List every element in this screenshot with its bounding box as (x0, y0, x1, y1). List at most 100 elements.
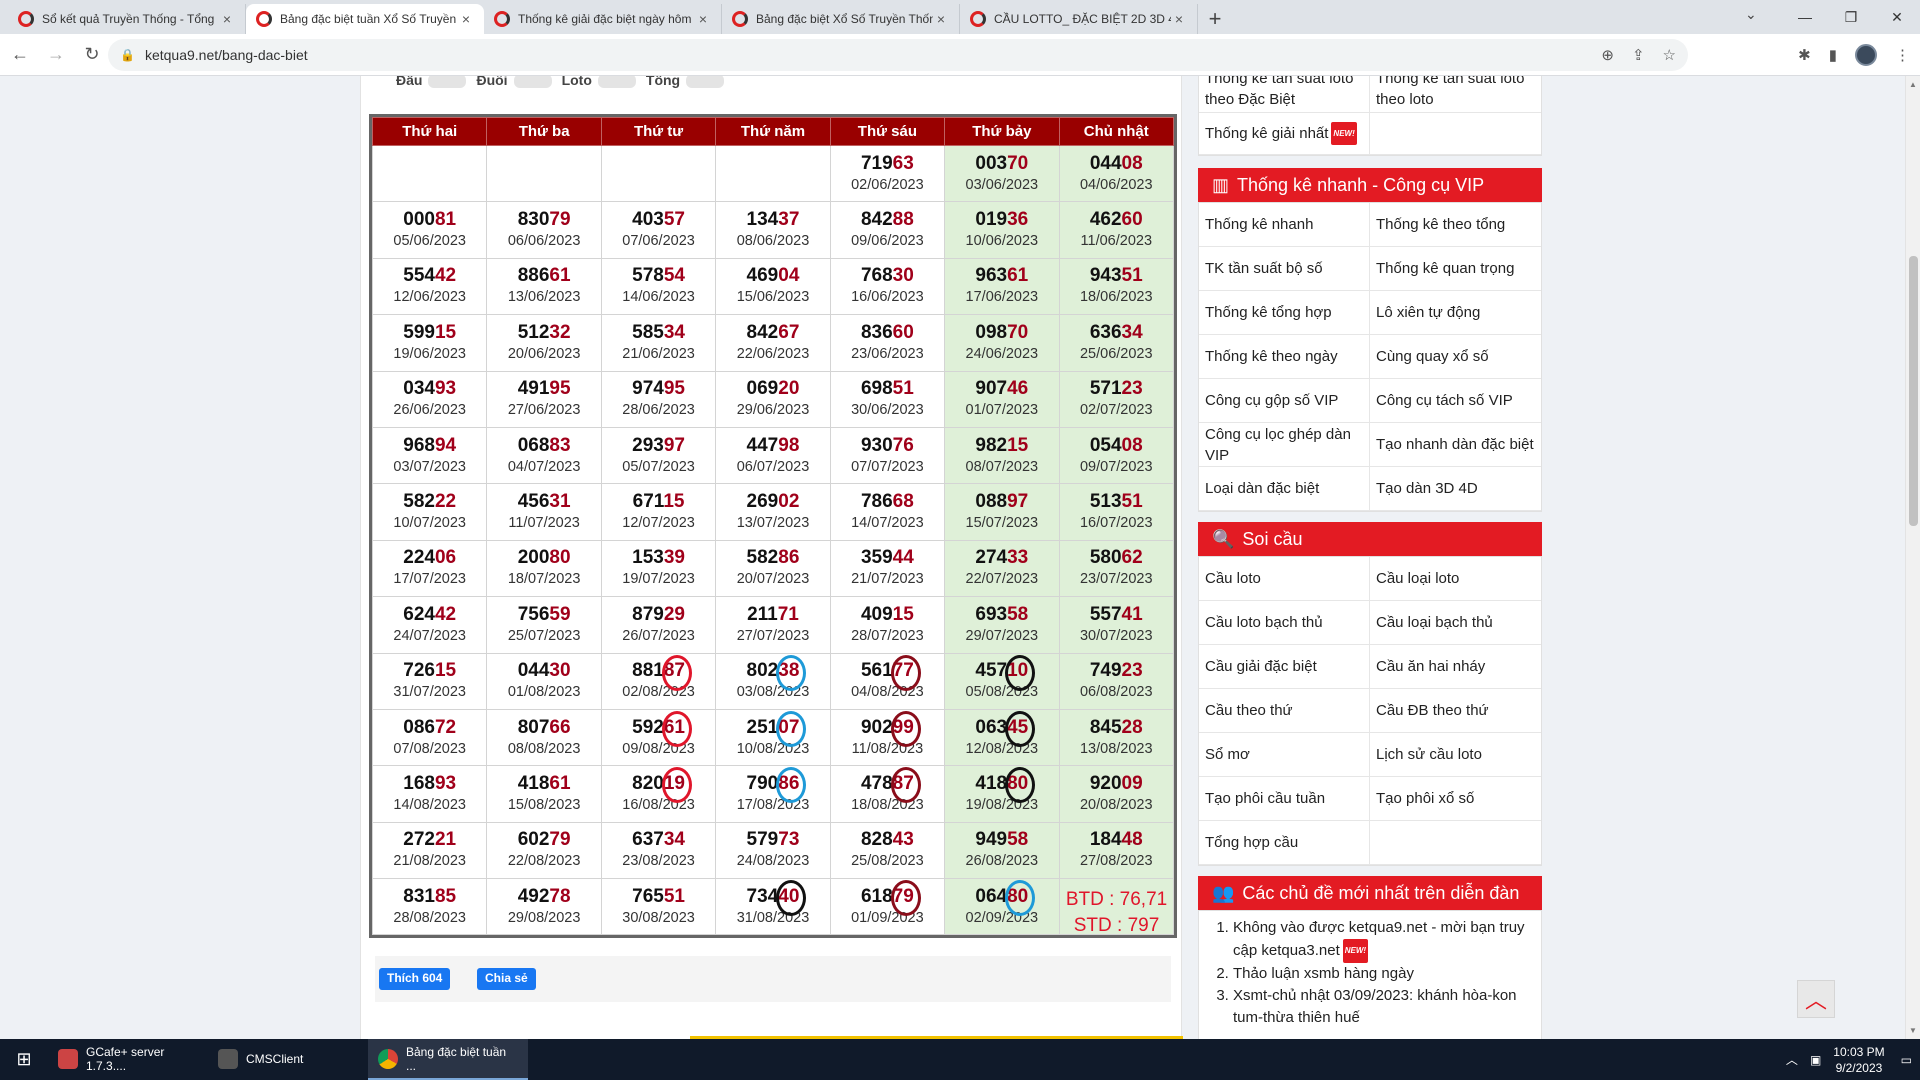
avatar[interactable] (1855, 44, 1877, 66)
maximize-button[interactable]: ❐ (1828, 0, 1874, 34)
sidebar-link[interactable]: Tạo phôi xổ số (1370, 777, 1541, 820)
facebook-share-button[interactable]: Chia sẻ (477, 968, 536, 990)
browser-tab[interactable]: Bảng đặc biệt Xổ Số Truyền Thốn × (722, 4, 960, 34)
tab-search-icon[interactable]: ⌄ (1745, 6, 1757, 23)
reload-icon[interactable]: ↻ (76, 39, 108, 71)
sidebar-link[interactable]: Tạo phôi cầu tuần (1199, 777, 1370, 820)
browser-tab[interactable]: Bảng đặc biệt tuần Xổ Số Truyền × (246, 4, 484, 34)
filter-option[interactable]: Đuôi (476, 76, 552, 89)
notification-icon[interactable]: ▭ (1901, 1053, 1912, 1067)
forum-topic-link[interactable]: Thảo luận xsmb hàng ngày (1233, 963, 1531, 985)
sidebar-link[interactable]: Thống kê tần suất loto theo Đặc Biệt (1199, 76, 1370, 112)
close-icon[interactable]: × (933, 11, 949, 27)
sidebar-link[interactable]: Cầu ăn hai nháy (1370, 645, 1541, 688)
close-icon[interactable]: × (695, 11, 711, 27)
filter-toggle[interactable] (513, 76, 552, 89)
puzzle-icon[interactable]: ✱ (1798, 46, 1811, 64)
sidebar-link[interactable]: Công cụ lọc ghép dàn VIP (1199, 423, 1370, 466)
taskbar-app[interactable]: CMSClient (208, 1039, 368, 1080)
draw-date: 27/07/2023 (736, 627, 810, 644)
prize-number: 56177 (831, 660, 944, 682)
sidebar-link[interactable]: Cầu theo thứ (1199, 689, 1370, 732)
sidebar-link[interactable]: Tổng hợp cầu (1199, 821, 1370, 864)
sidebar-link[interactable]: Cầu loại loto (1370, 557, 1541, 600)
forum-topic-link[interactable]: Xsmt-chủ nhật 03/09/2023: khánh hòa-kon … (1233, 985, 1531, 1029)
taskbar-app[interactable]: Bảng đặc biệt tuần ... (368, 1039, 528, 1080)
sidebar-link[interactable]: Lịch sử cầu loto (1370, 733, 1541, 776)
arrow-right-icon[interactable]: → (40, 39, 72, 71)
close-icon[interactable]: × (458, 11, 474, 27)
sidebar-link[interactable]: Tạo dàn 3D 4D (1370, 467, 1541, 510)
sidebar-link[interactable]: Thống kê nhanh (1199, 203, 1370, 246)
draw-date: 14/07/2023 (851, 515, 924, 532)
sidebar-link[interactable]: Thống kê tần suất loto theo loto (1370, 76, 1541, 112)
sidebar-link[interactable]: Loại dàn đặc biệt (1199, 467, 1370, 510)
filter-toggle[interactable] (686, 76, 725, 89)
draw-date: 19/06/2023 (393, 345, 466, 362)
page-scrollbar[interactable]: ▲ ▼ (1905, 76, 1920, 1039)
prize-last-two-digits: 36 (1007, 209, 1029, 231)
prize-last-two-digits: 44 (892, 547, 914, 569)
scroll-down-icon[interactable]: ▼ (1909, 1026, 1917, 1035)
browser-tab[interactable]: CẦU LOTTO_ ĐẶC BIỆT 2D 3D 4D × (960, 4, 1198, 34)
star-icon[interactable]: ☆ (1663, 46, 1676, 64)
browser-tab[interactable]: Thống kê giải đặc biệt ngày hôm × (484, 4, 722, 34)
menu-icon[interactable]: ⋮ (1895, 46, 1910, 64)
sidebar-link[interactable]: Công cụ tách số VIP (1370, 379, 1541, 422)
sidebar-link[interactable]: Thống kê theo tổng (1370, 203, 1541, 246)
result-cell: 75659 25/07/2023 (486, 596, 602, 654)
scroll-up-icon[interactable]: ▲ (1909, 80, 1917, 89)
link-row: Loại dàn đặc biệt Tạo dàn 3D 4D (1199, 467, 1541, 511)
sidebar-link[interactable]: Sổ mơ (1199, 733, 1370, 776)
clock[interactable]: 10:03 PM 9/2/2023 (1833, 1044, 1884, 1076)
close-window-button[interactable]: ✕ (1874, 0, 1920, 34)
network-icon[interactable]: ▣ (1810, 1053, 1821, 1067)
sidebar-link[interactable]: Cầu loto bạch thủ (1199, 601, 1370, 644)
app-icon (58, 1048, 78, 1069)
minimize-button[interactable]: — (1782, 0, 1828, 34)
sidebar-link[interactable]: Cầu loto (1199, 557, 1370, 600)
close-icon[interactable]: × (219, 11, 235, 27)
taskbar-app[interactable]: GCafe+ server 1.7.3.... (48, 1039, 208, 1080)
arrow-left-icon[interactable]: ← (4, 39, 36, 71)
sidebar-link[interactable]: Cầu giải đặc biệt (1199, 645, 1370, 688)
prize-number: 97495 (602, 378, 715, 400)
sidepanel-icon[interactable]: ▮ (1829, 46, 1837, 64)
filter-label: Tổng (645, 76, 681, 88)
chevron-up-icon[interactable]: ︿ (1797, 980, 1835, 1018)
share-icon[interactable]: ⇪ (1632, 46, 1645, 64)
sidebar-link[interactable]: Thống kê tổng hợp (1199, 291, 1370, 334)
forum-topic-link[interactable]: Không vào được ketqua9.net - mời bạn tru… (1233, 917, 1531, 963)
sidebar-link[interactable]: Thống kê theo ngày (1199, 335, 1370, 378)
sidebar-link[interactable]: Cùng quay xổ số (1370, 335, 1541, 378)
prize-last-two-digits: 32 (549, 321, 571, 343)
address-bar[interactable]: 🔒 ketqua9.net/bang-dac-biet ⊕ ⇪ ☆ (108, 39, 1688, 71)
windows-start-icon[interactable]: ⊞ (0, 1039, 48, 1080)
zoom-icon[interactable]: ⊕ (1601, 46, 1614, 64)
sidebar-link[interactable]: Lô xiên tự động (1370, 291, 1541, 334)
sidebar-link-label: Thống kê giải nhất (1205, 125, 1329, 142)
scrollbar-thumb[interactable] (1909, 256, 1918, 526)
filter-option[interactable]: Loto (562, 76, 636, 89)
sidebar-link[interactable]: Cầu loại bạch thủ (1370, 601, 1541, 644)
filter-option[interactable]: Đầu (396, 76, 467, 89)
sidebar-link[interactable]: TK tần suất bộ số (1199, 247, 1370, 290)
sidebar-link[interactable]: Cầu ĐB theo thứ (1370, 689, 1541, 732)
draw-date: 01/09/2023 (851, 909, 924, 926)
new-tab-button[interactable]: + (1198, 4, 1232, 34)
filter-toggle[interactable] (428, 76, 467, 89)
close-icon[interactable]: × (1171, 11, 1187, 27)
sidebar-link[interactable]: Thống kê giải nhất NEW! (1199, 113, 1370, 154)
sidebar-link[interactable]: Công cụ gộp số VIP (1199, 379, 1370, 422)
sidebar-link[interactable]: Tạo nhanh dàn đặc biệt (1370, 423, 1541, 466)
filter-toggle[interactable] (597, 76, 636, 89)
facebook-like-button[interactable]: Thích 604 (379, 968, 451, 990)
lock-icon[interactable]: 🔒 (120, 48, 135, 62)
chevron-up-tray-icon[interactable]: ︿ (1786, 1051, 1798, 1068)
sidebar-link[interactable]: Thống kê quan trọng (1370, 247, 1541, 290)
filter-option[interactable]: Tổng (645, 76, 725, 89)
draw-date: 02/09/2023 (965, 909, 1039, 926)
browser-tab[interactable]: Sổ kết quả Truyền Thống - Tổng × (8, 4, 246, 34)
draw-date: 11/07/2023 (508, 515, 580, 532)
result-cell: 45710 05/08/2023 (944, 652, 1060, 710)
